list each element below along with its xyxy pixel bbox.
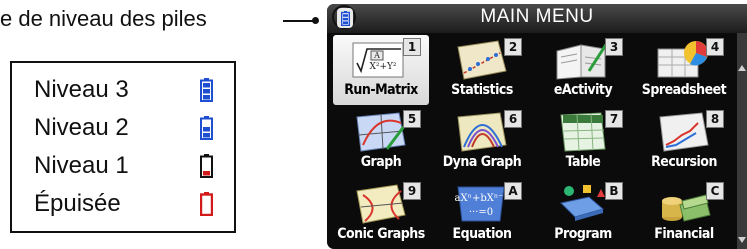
menu-item-eactivity[interactable]: 3 eActivity bbox=[535, 35, 631, 105]
svg-text:···=0: ···=0 bbox=[469, 207, 493, 218]
legend-label: Niveau 1 bbox=[34, 152, 129, 179]
menu-item-label: Statistics bbox=[451, 82, 513, 98]
legend-label: Niveau 2 bbox=[34, 114, 129, 141]
legend-row-niveau-3: Niveau 3 bbox=[34, 75, 213, 105]
svg-text:X²+Y²: X²+Y² bbox=[369, 62, 396, 72]
menu-key-badge: A bbox=[504, 182, 522, 200]
calculator-screen: MAIN MENU A X²+Y² 1 Run-Matrix 2 Statist… bbox=[327, 4, 747, 249]
menu-key-badge: C bbox=[706, 182, 724, 200]
menu-item-label: Conic Graphs bbox=[337, 226, 425, 242]
menu-item-label: Program bbox=[554, 226, 612, 242]
battery-full-icon bbox=[200, 78, 213, 102]
battery-level-callout: e de niveau des piles bbox=[0, 6, 207, 31]
menu-item-label: Equation bbox=[452, 226, 512, 242]
menu-key-badge: 9 bbox=[403, 182, 421, 200]
menu-key-badge: 2 bbox=[504, 38, 522, 56]
menu-item-graph[interactable]: 5 Graph bbox=[333, 107, 429, 177]
menu-item-spreadsheet[interactable]: 4 Spreadsheet bbox=[636, 35, 732, 105]
menu-item-label: Run-Matrix bbox=[344, 82, 418, 98]
menu-key-badge: 6 bbox=[504, 110, 522, 128]
menu-item-label: eActivity bbox=[553, 82, 613, 98]
battery-low-icon bbox=[200, 154, 213, 178]
menu-item-recursion[interactable]: 8 Recursion bbox=[636, 107, 732, 177]
menu-scrollbar[interactable] bbox=[737, 33, 747, 249]
menu-item-statistics[interactable]: 2 Statistics bbox=[434, 35, 530, 105]
menu-item-label: Recursion bbox=[651, 154, 717, 170]
callout-leader-line bbox=[283, 20, 313, 22]
callout-leader-dot bbox=[312, 17, 319, 24]
menu-item-equation[interactable]: aXⁿ+bXⁿ⁻¹ ···=0 A Equation bbox=[434, 179, 530, 249]
menu-item-program[interactable]: B Program bbox=[535, 179, 631, 249]
menu-item-financial[interactable]: C Financial bbox=[636, 179, 732, 249]
menu-item-label: Table bbox=[565, 154, 601, 170]
legend-label: Épuisée bbox=[34, 190, 121, 217]
menu-item-dyna-graph[interactable]: 6 Dyna Graph bbox=[434, 107, 530, 177]
menu-item-run-matrix[interactable]: A X²+Y² 1 Run-Matrix bbox=[333, 35, 429, 105]
battery-status-icon bbox=[337, 8, 353, 28]
scroll-up-arrow-icon[interactable] bbox=[738, 65, 746, 71]
screen-title: MAIN MENU bbox=[480, 6, 594, 27]
menu-item-label: Financial bbox=[654, 226, 714, 242]
legend-row-epuisee: Épuisée bbox=[34, 189, 213, 219]
menu-key-badge: 4 bbox=[706, 38, 724, 56]
battery-medium-icon bbox=[200, 116, 213, 140]
menu-key-badge: B bbox=[605, 182, 623, 200]
svg-text:A: A bbox=[373, 51, 380, 60]
menu-item-label: Graph bbox=[360, 154, 402, 170]
scroll-down-arrow-icon[interactable] bbox=[738, 237, 746, 243]
battery-empty-icon bbox=[200, 192, 213, 216]
menu-key-badge: 5 bbox=[403, 110, 421, 128]
title-bar: MAIN MENU bbox=[327, 4, 747, 33]
menu-item-label: Dyna Graph bbox=[442, 154, 522, 170]
legend-row-niveau-2: Niveau 2 bbox=[34, 113, 213, 143]
menu-key-badge: 1 bbox=[403, 38, 421, 56]
menu-item-label: Spreadsheet bbox=[641, 82, 727, 98]
menu-item-table[interactable]: 7 Table bbox=[535, 107, 631, 177]
legend-label: Niveau 3 bbox=[34, 76, 129, 103]
menu-key-badge: 3 bbox=[605, 38, 623, 56]
legend-row-niveau-1: Niveau 1 bbox=[34, 151, 213, 181]
menu-key-badge: 8 bbox=[706, 110, 724, 128]
svg-text:aXⁿ+bXⁿ⁻¹: aXⁿ+bXⁿ⁻¹ bbox=[455, 193, 508, 204]
menu-key-badge: 7 bbox=[605, 110, 623, 128]
menu-item-conic-graphs[interactable]: 9 Conic Graphs bbox=[333, 179, 429, 249]
battery-legend: Niveau 3 Niveau 2 Niveau 1 Épuisée bbox=[10, 61, 236, 233]
